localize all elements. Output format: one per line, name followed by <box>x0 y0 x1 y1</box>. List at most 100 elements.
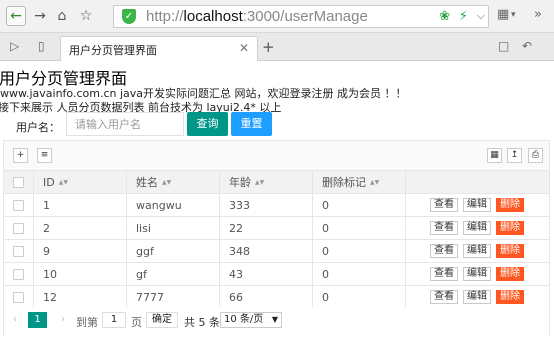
column-header-deleted[interactable]: 删除标记 ▲▼ <box>313 171 406 193</box>
bookmark-star-icon[interactable]: ☆ <box>76 6 96 26</box>
sort-icon: ▲▼ <box>255 178 265 186</box>
reload-spinner-icon[interactable]: ❀ <box>439 9 450 24</box>
dropdown-arrow-icon: ▼ <box>271 315 278 324</box>
row-checkbox[interactable] <box>4 217 34 239</box>
row-actions: 查看 编辑 删除 <box>406 217 549 239</box>
columns-filter-icon[interactable]: ▦ <box>487 148 502 163</box>
cell-id: 12 <box>34 286 127 308</box>
edit-button[interactable]: 编辑 <box>463 198 491 212</box>
select-all-checkbox[interactable] <box>4 171 34 193</box>
browser-toolbar: ← → ⌂ ☆ ✓ http://localhost:3000/userMana… <box>0 0 554 33</box>
column-header-name[interactable]: 姓名 ▲▼ <box>127 171 220 193</box>
row-checkbox[interactable] <box>4 240 34 262</box>
current-page-button[interactable]: 1 <box>28 312 47 328</box>
cell-age: 333 <box>220 194 313 216</box>
cell-id: 10 <box>34 263 127 285</box>
home-icon[interactable]: ⌂ <box>52 6 72 26</box>
phone-icon[interactable]: ▯ <box>38 39 45 53</box>
table-row[interactable]: 1 wangwu 333 0 查看 编辑 删除 <box>4 194 549 217</box>
new-tab-plus-icon[interactable]: + <box>262 38 275 56</box>
cell-deleted: 0 <box>313 194 406 216</box>
cell-age: 348 <box>220 240 313 262</box>
row-actions: 查看 编辑 删除 <box>406 240 549 262</box>
page-label: 页 <box>131 316 142 329</box>
page-content: 用户分页管理界面 www.javainfo.com.cn java开发实际问题汇… <box>0 62 554 338</box>
delete-button[interactable]: 删除 <box>496 244 524 258</box>
close-icon[interactable]: ✕ <box>239 41 249 55</box>
security-shield-icon: ✓ <box>122 9 136 24</box>
delete-button[interactable]: 删除 <box>496 267 524 281</box>
print-icon[interactable]: ⎙ <box>528 148 543 163</box>
row-actions: 查看 编辑 删除 <box>406 263 549 285</box>
undo-icon[interactable]: ↶ <box>522 39 532 53</box>
pagination: ‹ 1 › 到第 1 页 确定 共 5 条 10 条/页 ▼ <box>4 307 549 335</box>
table-row[interactable]: 2 lisi 22 0 查看 编辑 删除 <box>4 217 549 240</box>
prev-page-icon[interactable]: ‹ <box>13 314 17 325</box>
cell-id: 9 <box>34 240 127 262</box>
table-row[interactable]: 10 gf 43 0 查看 编辑 删除 <box>4 263 549 286</box>
username-label: 用户名： <box>16 121 60 134</box>
goto-confirm-button[interactable]: 确定 <box>146 312 178 328</box>
row-checkbox[interactable] <box>4 263 34 285</box>
next-page-icon[interactable]: › <box>61 314 65 325</box>
view-button[interactable]: 查看 <box>430 198 458 212</box>
cell-name: wangwu <box>127 194 220 216</box>
view-button[interactable]: 查看 <box>430 244 458 258</box>
search-button[interactable]: 查询 <box>187 112 228 136</box>
table-row[interactable]: 9 ggf 348 0 查看 编辑 删除 <box>4 240 549 263</box>
view-button[interactable]: 查看 <box>430 221 458 235</box>
cell-deleted: 0 <box>313 240 406 262</box>
column-header-age[interactable]: 年龄 ▲▼ <box>220 171 313 193</box>
reset-button[interactable]: 重置 <box>231 112 272 136</box>
forward-arrow-icon[interactable]: → <box>30 6 50 26</box>
row-checkbox[interactable] <box>4 286 34 308</box>
cell-name: ggf <box>127 240 220 262</box>
cell-age: 43 <box>220 263 313 285</box>
page-size-select[interactable]: 10 条/页 ▼ <box>220 312 282 328</box>
sort-icon: ▲▼ <box>370 178 380 186</box>
delete-button[interactable]: 删除 <box>496 221 524 235</box>
delete-button[interactable]: 删除 <box>496 198 524 212</box>
column-header-actions <box>406 171 549 193</box>
chevron-down-icon[interactable]: ▾ <box>511 10 516 20</box>
row-actions: 查看 编辑 删除 <box>406 194 549 216</box>
goto-label: 到第 <box>76 316 98 329</box>
row-checkbox[interactable] <box>4 194 34 216</box>
tab-bar: ▷ ▯ 用户分页管理界面 ✕ + □ ↶ <box>0 33 554 61</box>
user-table: + ≡ ▦ ↥ ⎙ ID ▲▼ 姓名 ▲▼ 年龄 ▲▼ 删除标记 ▲▼ 1 wangwu… <box>3 140 550 335</box>
sidebar-toggle-icon[interactable]: ▷ <box>10 39 19 53</box>
tab-title: 用户分页管理界面 <box>69 44 157 57</box>
chevron-down-icon[interactable]: ⌵ <box>477 9 485 23</box>
list-icon[interactable]: ≡ <box>37 148 52 163</box>
edit-button[interactable]: 编辑 <box>463 267 491 281</box>
table-toolbar: + ≡ ▦ ↥ ⎙ <box>4 141 549 171</box>
total-count: 共 5 条 <box>184 316 220 329</box>
cell-name: lisi <box>127 217 220 239</box>
sort-icon: ▲▼ <box>58 178 68 186</box>
username-search-input[interactable] <box>66 112 184 136</box>
export-icon[interactable]: ↥ <box>507 148 522 163</box>
restore-tab-icon[interactable]: □ <box>498 39 509 53</box>
extensions-icon[interactable]: ▦ <box>497 7 509 22</box>
view-button[interactable]: 查看 <box>430 290 458 304</box>
edit-button[interactable]: 编辑 <box>463 221 491 235</box>
edit-button[interactable]: 编辑 <box>463 290 491 304</box>
cell-deleted: 0 <box>313 286 406 308</box>
row-actions: 查看 编辑 删除 <box>406 286 549 308</box>
edit-button[interactable]: 编辑 <box>463 244 491 258</box>
cell-deleted: 0 <box>313 217 406 239</box>
lightning-icon[interactable]: ⚡ <box>459 9 468 24</box>
back-arrow-icon[interactable]: ← <box>6 6 26 26</box>
tab-user-manage[interactable]: 用户分页管理界面 ✕ <box>60 36 258 61</box>
add-icon[interactable]: + <box>13 148 28 163</box>
goto-page-input[interactable]: 1 <box>102 312 126 328</box>
address-bar[interactable]: ✓ http://localhost:3000/userManage ❀ ⚡ ⌵ <box>113 5 489 28</box>
view-button[interactable]: 查看 <box>430 267 458 281</box>
cell-age: 22 <box>220 217 313 239</box>
cell-deleted: 0 <box>313 263 406 285</box>
column-header-id[interactable]: ID ▲▼ <box>34 171 127 193</box>
table-header: ID ▲▼ 姓名 ▲▼ 年龄 ▲▼ 删除标记 ▲▼ <box>4 171 549 194</box>
delete-button[interactable]: 删除 <box>496 290 524 304</box>
table-row[interactable]: 12 7777 66 0 查看 编辑 删除 <box>4 286 549 309</box>
more-chevrons-icon[interactable]: » <box>534 7 542 22</box>
